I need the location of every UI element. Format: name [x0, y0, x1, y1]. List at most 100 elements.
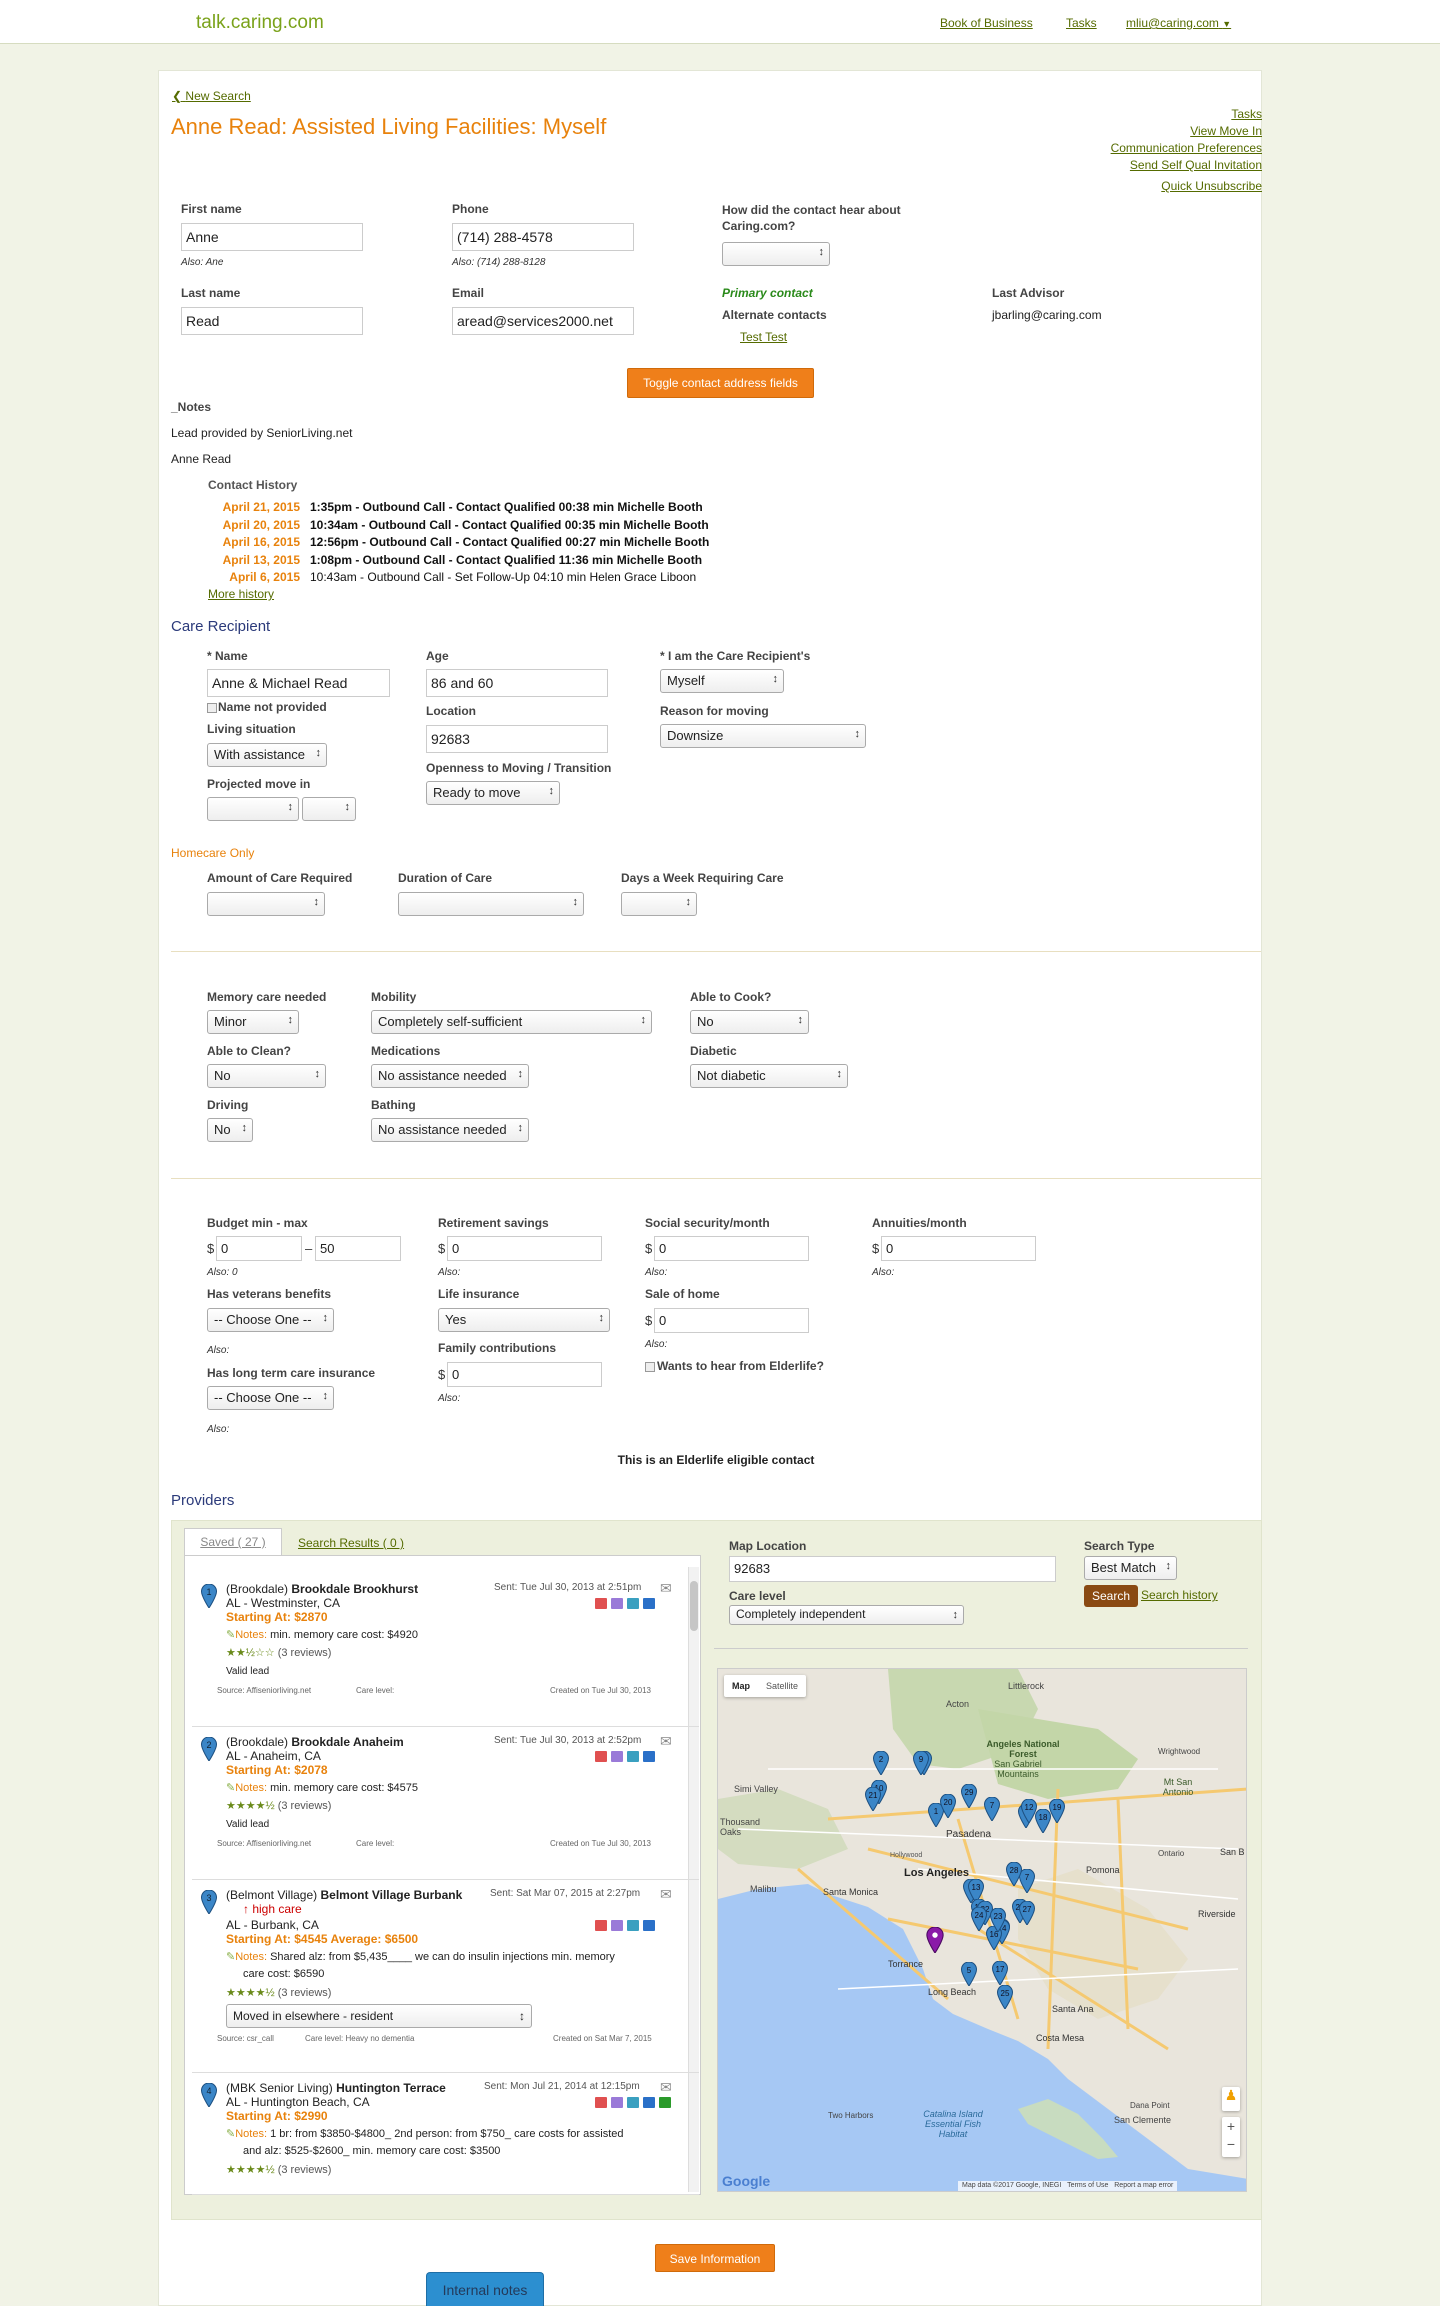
- communication-preferences-link[interactable]: Communication Preferences: [1111, 140, 1262, 157]
- provider-name[interactable]: (Brookdale) Brookdale Anaheim: [226, 1735, 404, 1749]
- provider-name[interactable]: (Brookdale) Brookdale Brookhurst: [226, 1582, 418, 1596]
- living-situation-select[interactable]: With assistance: [207, 743, 327, 767]
- hear-about-select[interactable]: [722, 242, 830, 266]
- alternate-contact-link[interactable]: Test Test: [740, 330, 787, 344]
- search-history-link[interactable]: Search history: [1141, 1588, 1218, 1602]
- search-button[interactable]: Search: [1084, 1585, 1138, 1607]
- provider-name[interactable]: (MBK Senior Living) Huntington Terrace: [226, 2081, 446, 2095]
- tasks-link[interactable]: Tasks: [1066, 16, 1097, 30]
- user-menu[interactable]: mliu@caring.com ▼: [1126, 16, 1231, 30]
- map-tab[interactable]: Map: [724, 1681, 758, 1691]
- high-care-flag: ↑ high care: [243, 1902, 302, 1916]
- tasks-action[interactable]: Tasks: [1111, 106, 1262, 123]
- openness-select[interactable]: Ready to move: [426, 781, 560, 805]
- save-information-button[interactable]: Save Information: [655, 2244, 775, 2272]
- satellite-tab[interactable]: Satellite: [758, 1681, 806, 1691]
- social-security-field[interactable]: 0: [654, 1236, 809, 1261]
- projected-year-select[interactable]: [302, 797, 356, 821]
- budget-max-field[interactable]: 50: [315, 1236, 401, 1261]
- email-field[interactable]: aread@services2000.net: [452, 307, 634, 335]
- bathing-select[interactable]: No assistance needed: [371, 1118, 529, 1142]
- envelope-icon[interactable]: ✉: [660, 1580, 672, 1597]
- care-level-select[interactable]: Completely independent: [729, 1605, 964, 1625]
- amount-care-select[interactable]: [207, 892, 325, 916]
- map-marker-icon[interactable]: 24: [970, 1906, 988, 1932]
- send-self-qual-link[interactable]: Send Self Qual Invitation: [1111, 157, 1262, 174]
- tab-search-results[interactable]: Search Results ( 0 ): [298, 1536, 404, 1550]
- envelope-icon[interactable]: ✉: [660, 1886, 672, 1903]
- search-type-select[interactable]: Best Match: [1084, 1556, 1177, 1580]
- new-search-link[interactable]: ❮ New Search: [172, 89, 251, 103]
- quick-unsubscribe-link[interactable]: Quick Unsubscribe: [1111, 178, 1262, 195]
- zoom-control[interactable]: + −: [1222, 2117, 1240, 2157]
- driving-select[interactable]: No: [207, 1118, 253, 1142]
- book-of-business-link[interactable]: Book of Business: [940, 16, 1033, 30]
- sale-home-field[interactable]: 0: [654, 1308, 809, 1333]
- view-move-in-link[interactable]: View Move In: [1111, 123, 1262, 140]
- provider-name[interactable]: (Belmont Village) Belmont Village Burban…: [226, 1888, 462, 1902]
- first-name-field[interactable]: Anne: [181, 223, 363, 251]
- report-map-error-link[interactable]: Report a map error: [1114, 2182, 1173, 2189]
- retirement-field[interactable]: 0: [447, 1236, 602, 1261]
- phone-field[interactable]: (714) 288-4578: [452, 223, 634, 251]
- toggle-address-button[interactable]: Toggle contact address fields: [627, 368, 814, 398]
- map-marker-icon[interactable]: 7: [983, 1796, 1001, 1822]
- elderlife-checkbox[interactable]: [645, 1362, 655, 1372]
- map-marker-icon[interactable]: 20: [939, 1793, 957, 1819]
- internal-notes-tab[interactable]: Internal notes: [426, 2272, 544, 2306]
- svg-text:1: 1: [206, 1587, 211, 1597]
- tab-saved[interactable]: Saved ( 27 ): [184, 1528, 282, 1556]
- location-field[interactable]: 92683: [426, 725, 608, 753]
- map-marker-icon[interactable]: 27: [1018, 1900, 1036, 1926]
- lead-status-select[interactable]: Moved in elsewhere - resident ↕: [226, 2004, 532, 2028]
- cook-select[interactable]: No: [690, 1010, 809, 1034]
- street-view-icon[interactable]: ♟: [1222, 2087, 1240, 2111]
- provider-created: Created on Sat Mar 7, 2015: [553, 2034, 652, 2043]
- age-field[interactable]: 86 and 60: [426, 669, 608, 697]
- life-insurance-select[interactable]: Yes: [438, 1308, 610, 1332]
- svg-text:19: 19: [1053, 1803, 1062, 1812]
- provider-map[interactable]: 1012367912181920212947813141516172223242…: [717, 1668, 1247, 2192]
- clean-select[interactable]: No: [207, 1064, 326, 1088]
- map-marker-icon[interactable]: 9: [912, 1750, 930, 1776]
- terms-link[interactable]: Terms of Use: [1067, 2182, 1108, 2189]
- envelope-icon[interactable]: ✉: [660, 1733, 672, 1750]
- map-marker-icon[interactable]: 19: [1048, 1798, 1066, 1824]
- phone-label: Phone: [452, 202, 489, 216]
- last-name-field[interactable]: Read: [181, 307, 363, 335]
- recipient-name-field[interactable]: Anne & Michael Read: [207, 669, 390, 697]
- diabetic-select[interactable]: Not diabetic: [690, 1064, 848, 1088]
- svg-text:3: 3: [206, 1893, 211, 1903]
- budget-min-field[interactable]: 0: [216, 1236, 302, 1261]
- map-marker-icon[interactable]: 2: [872, 1750, 890, 1776]
- map-marker-icon[interactable]: 21: [864, 1786, 882, 1812]
- name-not-provided-checkbox[interactable]: [207, 703, 217, 713]
- sent-date: Sent: Sat Mar 07, 2015 at 2:27pm: [490, 1888, 641, 1899]
- duration-care-select[interactable]: [398, 892, 584, 916]
- family-contrib-field[interactable]: 0: [447, 1362, 602, 1387]
- relationship-select[interactable]: Myself: [660, 669, 784, 693]
- map-marker-icon[interactable]: 28: [1005, 1861, 1023, 1887]
- projected-month-select[interactable]: [207, 797, 299, 821]
- provider-source: Source: Affiseniorliving.net: [217, 1839, 312, 1848]
- more-history-link[interactable]: More history: [208, 587, 274, 601]
- svg-text:7: 7: [1025, 1873, 1030, 1882]
- ltc-insurance-select[interactable]: -- Choose One --: [207, 1386, 334, 1410]
- reason-moving-select[interactable]: Downsize: [660, 724, 866, 748]
- veterans-select[interactable]: -- Choose One --: [207, 1308, 334, 1332]
- annuities-field[interactable]: 0: [881, 1236, 1036, 1261]
- days-week-select[interactable]: [621, 892, 697, 916]
- map-marker-icon[interactable]: 29: [960, 1783, 978, 1809]
- map-location-field[interactable]: 92683: [729, 1556, 1056, 1582]
- budget-label: Budget min - max: [207, 1216, 308, 1230]
- mobility-select[interactable]: Completely self-sufficient: [371, 1010, 652, 1034]
- medications-select[interactable]: No assistance needed: [371, 1064, 529, 1088]
- envelope-icon[interactable]: ✉: [660, 2079, 672, 2096]
- map-marker-icon[interactable]: 17: [991, 1960, 1009, 1986]
- map-marker-icon[interactable]: 5: [960, 1961, 978, 1987]
- map-marker-icon[interactable]: 23: [989, 1907, 1007, 1933]
- memory-care-select[interactable]: Minor: [207, 1010, 299, 1034]
- care-level-label: Care level: [729, 1589, 786, 1603]
- brand-logo[interactable]: talk.caring.com: [196, 12, 324, 34]
- map-marker-icon[interactable]: 25: [996, 1984, 1014, 2010]
